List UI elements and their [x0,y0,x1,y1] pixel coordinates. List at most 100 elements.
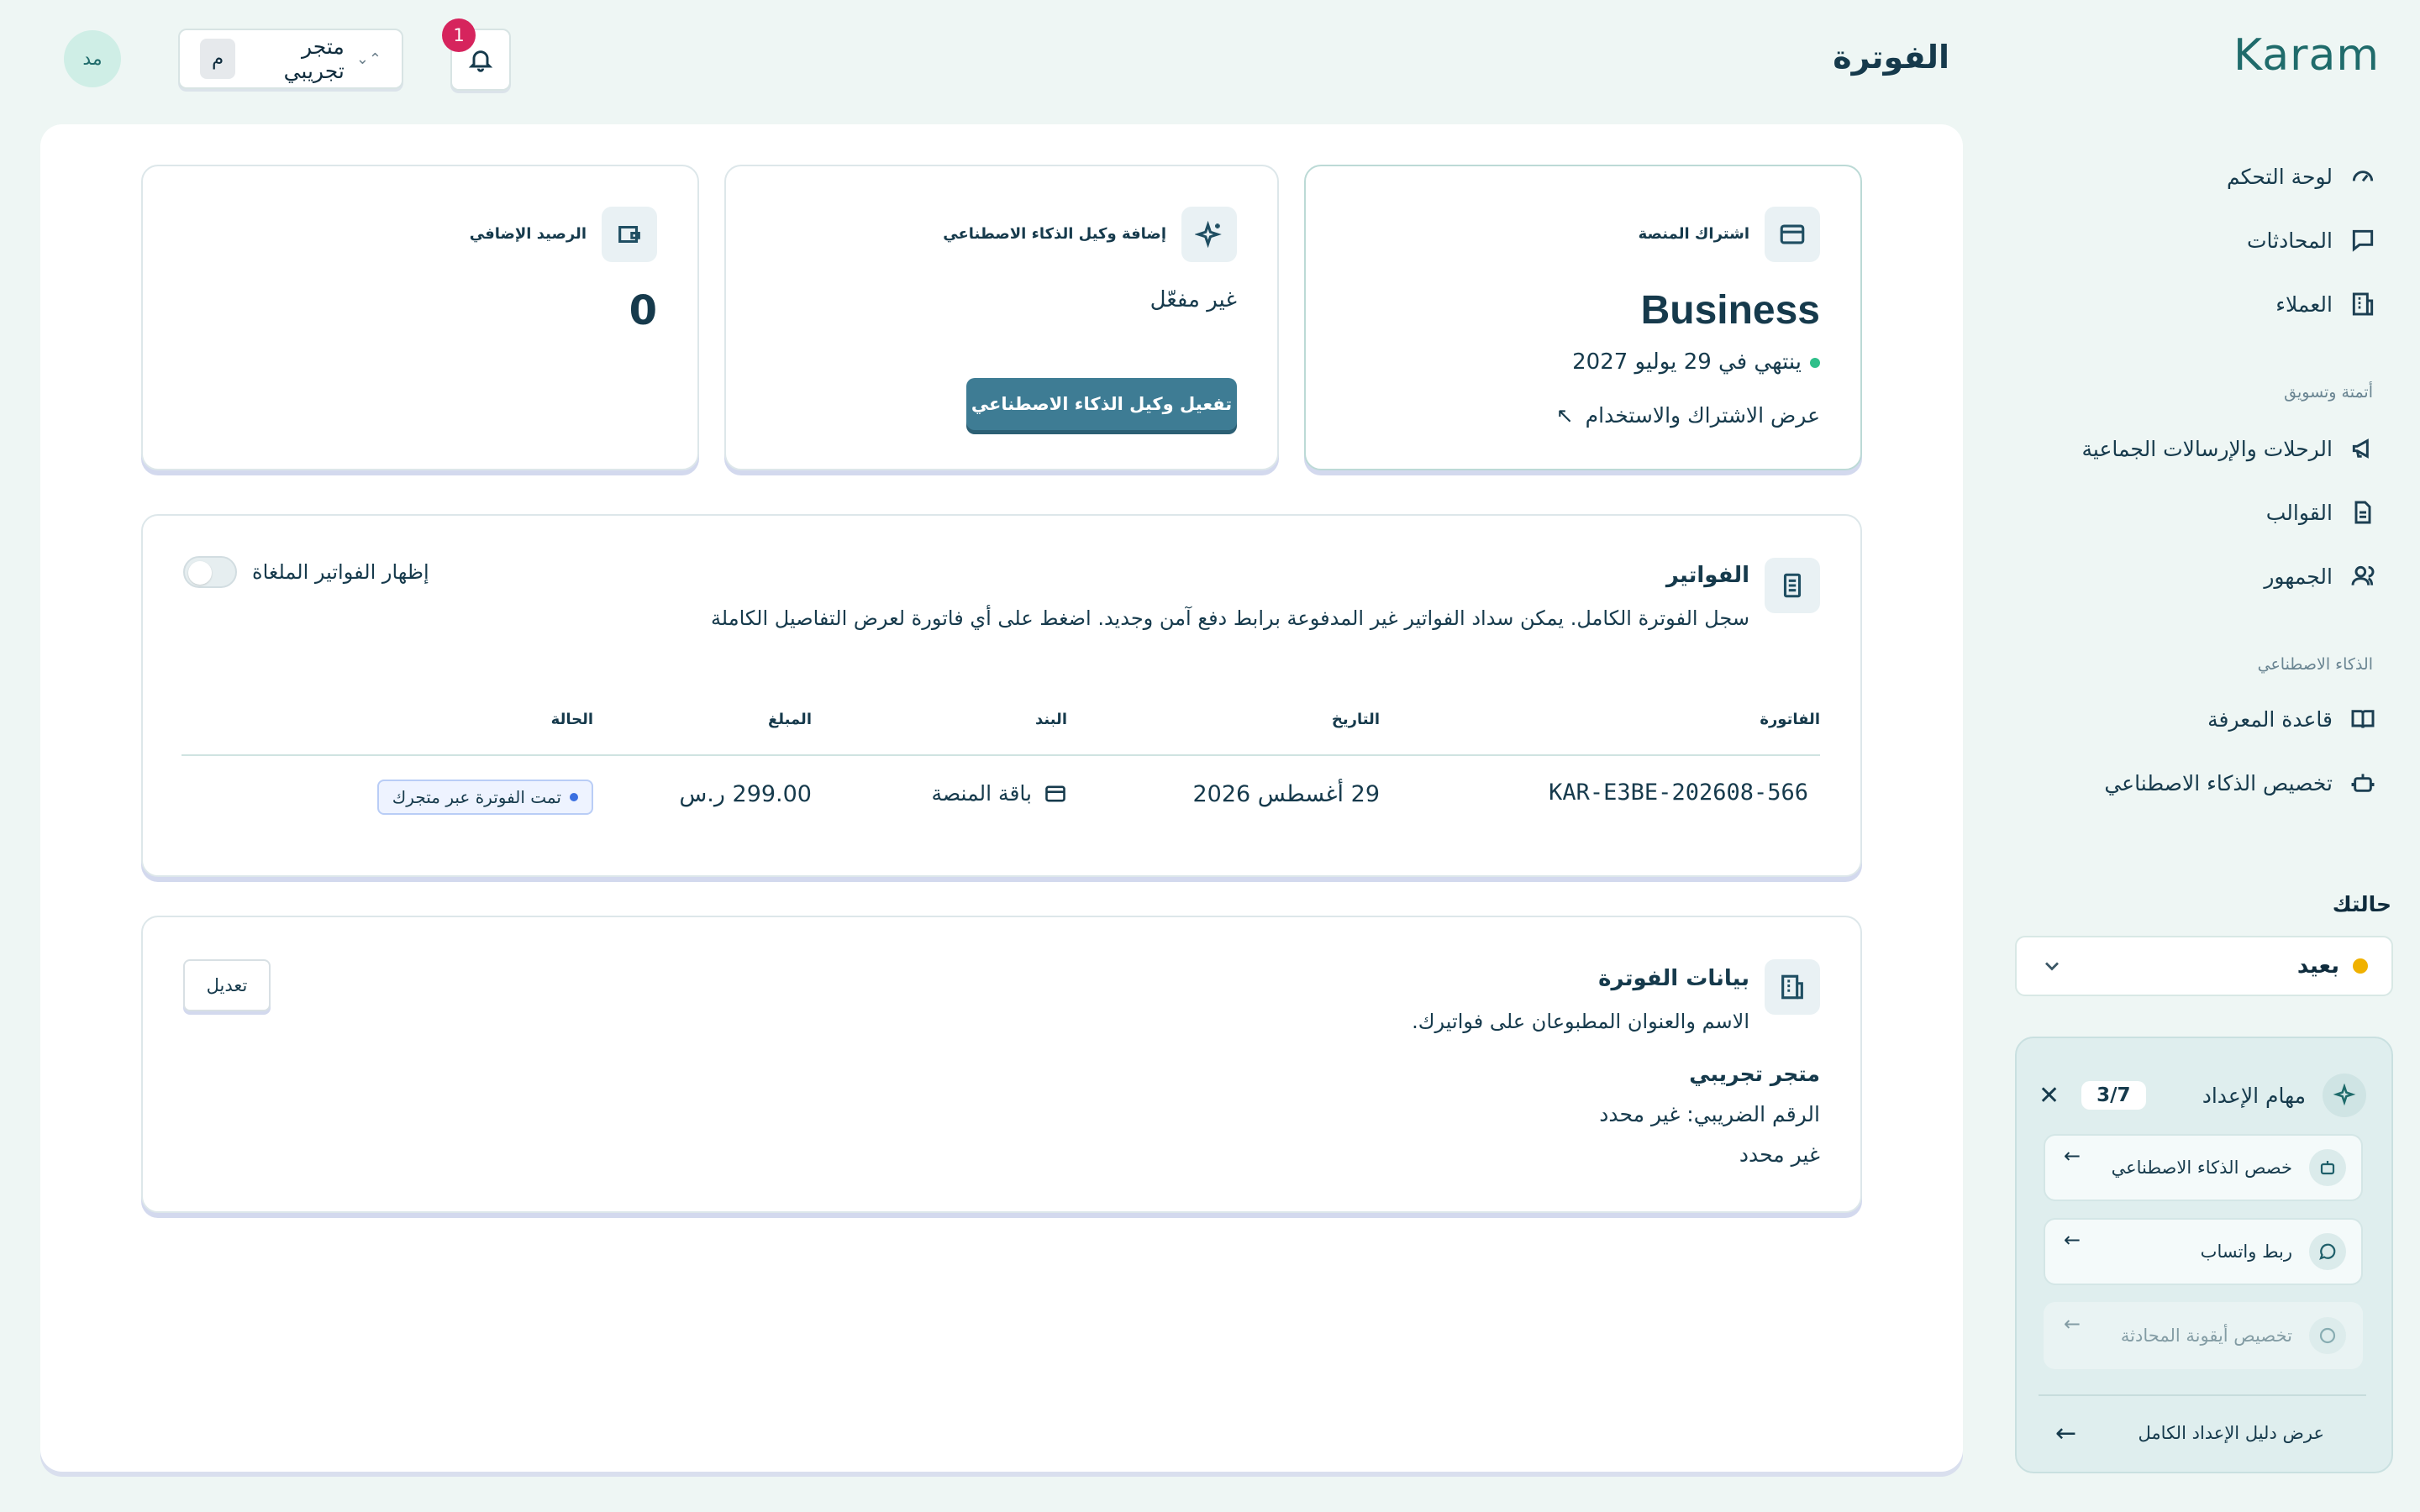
sparkles-icon [1181,207,1237,262]
guide-link-label: عرض دليل الإعداد الكامل [2138,1423,2324,1443]
book-icon [2351,710,2375,728]
sidebar-item-label: الرحلات والإرسالات الجماعية [2081,436,2333,461]
onboarding-header: مهام الإعداد 3/7 ✕ [2039,1072,2366,1119]
sidebar-section-marketing: أتمتة وتسويق [2284,383,2373,402]
store-name: متجر تجريبي [283,34,345,83]
status-label: حالتك [2332,892,2391,916]
store-switcher[interactable]: ⌃⌄ متجر تجريبي م [178,29,403,89]
wallet-icon [602,207,657,262]
plan-expiry: ينتهي في 29 يوليو 2027 [1572,349,1820,375]
karam-logo[interactable]: Karam [2178,30,2380,89]
palette-icon [2309,1317,2346,1354]
link-label: عرض الاشتراك والاستخدام [1585,403,1820,428]
sidebar-item-label: القوالب [2265,500,2333,525]
status-dot [570,793,578,801]
status-dot [2353,958,2368,974]
col-item: البند [1034,711,1067,728]
arrow-left-icon: ← [2064,1144,2081,1168]
sidebar-item-conversations[interactable]: المحادثات [2074,218,2376,262]
cell-invoice: KAR-E3BE-202608-566 [1549,780,1808,806]
sparkles-icon [2323,1074,2366,1117]
cell-date: 29 أغسطس 2026 [1192,781,1380,807]
cell-amount: 299.00 ر.س [679,781,812,807]
table-divider [182,754,1820,756]
gauge-icon [2352,171,2374,182]
show-cancelled-toggle[interactable] [183,556,237,588]
divider [2039,1394,2366,1396]
sidebar-item-label: العملاء [2275,291,2333,317]
activate-ai-agent-button[interactable]: تفعيل وكيل الذكاء الاصطناعي [966,378,1237,430]
ai-agent-status: غير مفعّل [1150,287,1237,312]
building-icon [2352,292,2374,316]
balance-label: الرصيد الإضافي [469,225,587,243]
bot-icon [2351,774,2375,792]
avatar[interactable]: مد [64,30,121,87]
close-icon[interactable]: ✕ [2039,1081,2060,1110]
sidebar-item-customers[interactable]: العملاء [2074,282,2376,326]
active-dot [1810,357,1820,368]
credit-card-icon [1765,207,1820,262]
edit-button[interactable]: تعديل [183,959,271,1011]
billing-address: غير محدد [1739,1142,1820,1167]
task-label: خصص الذكاء الاصطناعي [2111,1158,2292,1178]
sidebar-item-templates[interactable]: القوالب [2074,491,2376,534]
sidebar-item-dashboard[interactable]: لوحة التحكم [2074,155,2376,198]
notification-badge: 1 [442,18,476,52]
receipt-icon [1765,558,1820,613]
sidebar-section-ai: الذكاء الاصطناعي [2257,655,2373,674]
balance-value: 0 [629,287,657,334]
sidebar-item-ai-customization[interactable]: تخصيص الذكاء الاصطناعي [2074,761,2376,805]
col-invoice: الفاتورة [1760,711,1820,728]
col-status: الحالة [550,711,593,728]
billing-info-section: بيانات الفوترة الاسم والعنوان المطبوعان … [141,916,1862,1213]
onboarding-task-chat-icon[interactable]: تخصيص أيقونة المحادثة ← [2044,1302,2363,1369]
sidebar-item-label: تخصيص الذكاء الاصطناعي [2104,770,2333,795]
col-date: التاريخ [1331,711,1380,728]
balance-card: الرصيد الإضافي 0 [141,165,699,470]
plan-name: Business [1640,288,1820,333]
arrow-left-icon: ← [2055,1418,2077,1448]
billing-info-title: بيانات الفوترة [1598,966,1749,991]
subscription-card[interactable]: اشتراك المنصة Business ينتهي في 29 يوليو… [1304,165,1862,470]
users-icon [2351,565,2375,585]
col-amount: المبلغ [768,711,812,728]
sidebar-item-knowledge-base[interactable]: قاعدة المعرفة [2074,697,2376,741]
sidebar-item-label: الجمهور [2264,564,2333,589]
cell-item: باقة المنصة [931,781,1067,806]
chevron-down-icon [2045,962,2059,971]
onboarding-task-whatsapp[interactable]: ربط واتساب ← [2044,1218,2363,1285]
show-cancelled-toggle-wrap: إظهار الفواتير الملغاة [183,556,429,588]
status-select[interactable]: بعيد [2015,936,2393,996]
task-label: تخصيص أيقونة المحادثة [2120,1326,2292,1346]
chevron-updown-icon: ⌃⌄ [355,50,381,68]
onboarding-panel: مهام الإعداد 3/7 ✕ خصص الذكاء الاصطناعي … [2015,1037,2393,1473]
subscription-label: اشتراك المنصة [1638,225,1749,243]
sidebar-item-journeys[interactable]: الرحلات والإرسالات الجماعية [2074,427,2376,470]
task-label: ربط واتساب [2200,1242,2292,1262]
sidebar-item-audience[interactable]: الجمهور [2074,554,2376,598]
onboarding-task-ai[interactable]: خصص الذكاء الاصطناعي ← [2044,1134,2363,1201]
invoices-section: الفواتير سجل الفوترة الكامل. يمكن سداد ا… [141,514,1862,877]
main-panel: اشتراك المنصة Business ينتهي في 29 يوليو… [40,124,1963,1472]
billing-name: متجر تجريبي [1689,1062,1820,1086]
megaphone-icon [2352,438,2369,459]
page-title: الفوترة [1833,39,1949,76]
toggle-label: إظهار الفواتير الملغاة [252,560,429,584]
chat-icon [2309,1233,2346,1270]
ai-agent-label: إضافة وكيل الذكاء الاصطناعي [943,225,1166,243]
bot-icon [2309,1149,2346,1186]
billing-info-description: الاسم والعنوان المطبوعان على فواتيرك. [1412,1010,1749,1033]
status-value: بعيد [2296,953,2339,979]
arrow-up-left-icon: ↖ [1555,403,1574,428]
arrow-left-icon: ← [2064,1312,2081,1336]
document-icon [2354,501,2371,524]
onboarding-title: مهام الإعداد [2202,1083,2306,1108]
invoices-title: الفواتير [1665,563,1749,588]
credit-card-icon [1045,785,1065,801]
onboarding-full-guide-link[interactable]: عرض دليل الإعداد الكامل ← [2055,1408,2324,1458]
store-initial: م [200,39,236,79]
sidebar-item-label: المحادثات [2246,228,2333,253]
invoices-description: سجل الفوترة الكامل. يمكن سداد الفواتير غ… [710,606,1749,630]
sidebar-item-label: لوحة التحكم [2226,164,2333,189]
view-subscription-link[interactable]: عرض الاشتراك والاستخدام ↖ [1556,403,1820,428]
